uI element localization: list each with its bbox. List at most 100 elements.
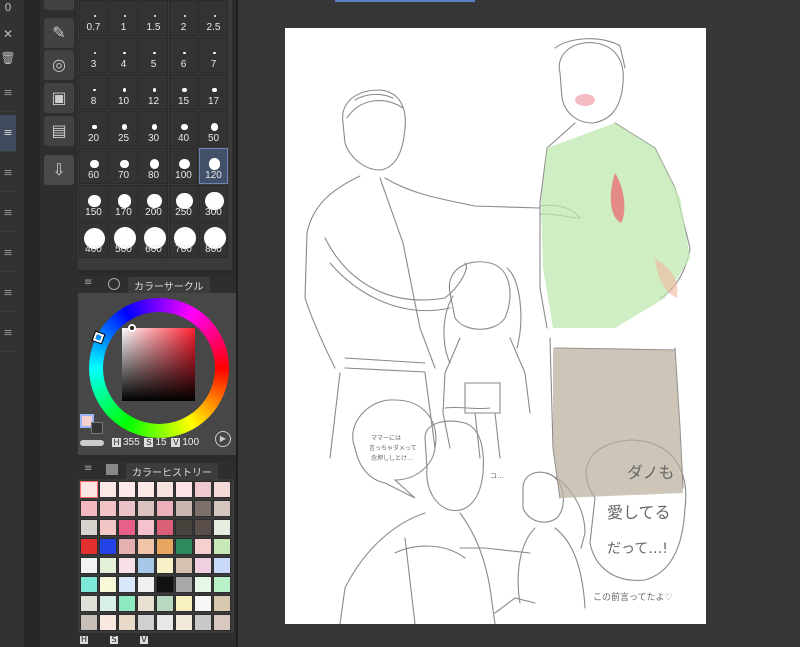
sv-marker[interactable] [128, 324, 136, 332]
brush-size-170[interactable]: 170 [109, 185, 138, 221]
history-swatch[interactable] [194, 595, 212, 612]
brush-size-40[interactable]: 40 [169, 111, 198, 147]
brush-size-300[interactable]: 300 [199, 185, 228, 221]
history-swatch[interactable] [175, 557, 193, 574]
brush-size-3[interactable]: 3 [79, 37, 108, 73]
history-swatch[interactable] [80, 614, 98, 631]
history-swatch[interactable] [118, 519, 136, 536]
transform-icon[interactable]: ✕ [0, 26, 16, 42]
navigator-icon[interactable]: ▣ [44, 83, 74, 113]
brush-size-600[interactable]: 600 [139, 222, 168, 258]
history-swatch[interactable] [156, 557, 174, 574]
history-swatch[interactable] [80, 576, 98, 593]
history-swatch[interactable] [99, 576, 117, 593]
brush-size-20[interactable]: 20 [79, 111, 108, 147]
brush-size-60[interactable]: 60 [79, 148, 108, 184]
brush-size-70[interactable]: 70 [109, 148, 138, 184]
brush-size-25[interactable]: 25 [109, 111, 138, 147]
history-swatch[interactable] [194, 500, 212, 517]
panel-tab-3[interactable]: ≡ [0, 155, 16, 192]
panel-tab-7[interactable]: ≡ [0, 315, 16, 352]
history-swatch[interactable] [156, 595, 174, 612]
brush-size-100[interactable]: 100 [169, 148, 198, 184]
footer-s-label[interactable]: S [110, 636, 118, 644]
brush-size-30[interactable]: 30 [139, 111, 168, 147]
history-swatch[interactable] [194, 614, 212, 631]
history-swatch[interactable] [194, 557, 212, 574]
brush-size-500[interactable]: 500 [109, 222, 138, 258]
film-icon[interactable]: ▤ [44, 116, 74, 146]
history-swatch[interactable] [213, 519, 231, 536]
brush-size-50[interactable]: 50 [199, 111, 228, 147]
history-swatch[interactable] [194, 481, 212, 498]
history-swatch[interactable] [156, 500, 174, 517]
history-swatch[interactable] [213, 576, 231, 593]
history-swatch[interactable] [156, 481, 174, 498]
history-swatch[interactable] [118, 500, 136, 517]
history-swatch[interactable] [175, 519, 193, 536]
history-swatch[interactable] [175, 595, 193, 612]
panel-tab-2[interactable]: ≡ [0, 115, 16, 152]
history-swatch[interactable] [175, 538, 193, 555]
history-swatch[interactable] [213, 595, 231, 612]
history-swatch[interactable] [213, 481, 231, 498]
history-swatch[interactable] [213, 614, 231, 631]
history-swatch[interactable] [99, 614, 117, 631]
brush-size-800[interactable]: 800 [199, 222, 228, 258]
history-swatch[interactable] [118, 595, 136, 612]
brush-size-6[interactable]: 6 [169, 37, 198, 73]
history-swatch[interactable] [80, 595, 98, 612]
brush-size-10[interactable]: 10 [109, 74, 138, 110]
brush-size-2[interactable]: 2 [169, 0, 198, 36]
history-swatch[interactable] [194, 519, 212, 536]
history-swatch[interactable] [156, 614, 174, 631]
sub-color-swatch[interactable] [91, 422, 103, 434]
history-swatch[interactable] [156, 519, 174, 536]
drawing-canvas[interactable]: ママーには 言っちゃダメって 念押ししとけ… ダノも 愛してる だって…! この… [285, 28, 706, 624]
brush-size-2-5[interactable]: 2.5 [199, 0, 228, 36]
history-swatch[interactable] [99, 519, 117, 536]
brush-size-200[interactable]: 200 [139, 185, 168, 221]
history-swatch[interactable] [99, 481, 117, 498]
brush-size-8[interactable]: 8 [79, 74, 108, 110]
history-swatch[interactable] [137, 500, 155, 517]
brush-size-400[interactable]: 400 [79, 222, 108, 258]
history-swatch[interactable] [99, 595, 117, 612]
history-swatch[interactable] [156, 538, 174, 555]
footer-h-label[interactable]: H [80, 636, 88, 644]
trash-icon[interactable]: 🗑 [0, 50, 16, 66]
history-swatch[interactable] [80, 500, 98, 517]
history-swatch[interactable] [80, 481, 98, 498]
panel-tab-4[interactable]: ≡ [0, 195, 16, 232]
brush-size-0-7[interactable]: 0.7 [79, 0, 108, 36]
history-swatch[interactable] [137, 481, 155, 498]
layer-property-icon[interactable] [44, 0, 74, 10]
brush-size-5[interactable]: 5 [139, 37, 168, 73]
history-swatch[interactable] [213, 538, 231, 555]
transparent-toggle[interactable] [80, 440, 104, 446]
history-swatch[interactable] [156, 576, 174, 593]
history-swatch[interactable] [213, 500, 231, 517]
brush-size-150[interactable]: 150 [79, 185, 108, 221]
history-swatch[interactable] [175, 614, 193, 631]
brush-target-icon[interactable]: ◎ [44, 50, 74, 80]
history-swatch[interactable] [80, 519, 98, 536]
brush-size-7[interactable]: 7 [199, 37, 228, 73]
history-swatch[interactable] [175, 576, 193, 593]
history-swatch[interactable] [80, 538, 98, 555]
history-swatch[interactable] [194, 576, 212, 593]
panel-menu-icon[interactable]: ≡ [84, 463, 92, 474]
brush-size-1-5[interactable]: 1.5 [139, 0, 168, 36]
panel-tab-5[interactable]: ≡ [0, 235, 16, 272]
history-swatch[interactable] [137, 614, 155, 631]
history-swatch[interactable] [118, 538, 136, 555]
history-swatch[interactable] [99, 538, 117, 555]
history-swatch[interactable] [137, 519, 155, 536]
color-mode-button[interactable]: ▶ [215, 431, 231, 447]
saturation-value-square[interactable] [122, 328, 195, 401]
brush-size-120[interactable]: 120 [199, 148, 228, 184]
panel-tab-6[interactable]: ≡ [0, 275, 16, 312]
panel-tab-1[interactable]: ≡ [0, 75, 16, 112]
brush-size-17[interactable]: 17 [199, 74, 228, 110]
history-swatch[interactable] [99, 500, 117, 517]
